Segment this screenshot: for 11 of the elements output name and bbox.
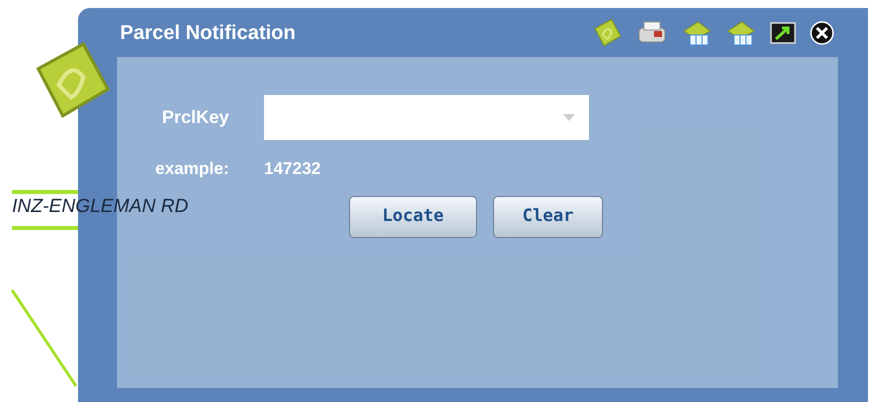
example-label: example: bbox=[154, 158, 230, 180]
example-value: 147232 bbox=[264, 158, 321, 180]
close-icon[interactable] bbox=[810, 20, 834, 44]
dropdown-caret-icon bbox=[563, 114, 575, 121]
window-title: Parcel Notification bbox=[120, 20, 296, 46]
map-table-icon[interactable] bbox=[726, 18, 756, 46]
action-button[interactable]: Locate bbox=[349, 196, 477, 238]
map-table-icon[interactable] bbox=[682, 18, 712, 46]
action-button[interactable]: Clear bbox=[493, 196, 603, 238]
field-label: PrclKey bbox=[160, 106, 230, 129]
parcel-tool-icon[interactable] bbox=[592, 18, 622, 48]
